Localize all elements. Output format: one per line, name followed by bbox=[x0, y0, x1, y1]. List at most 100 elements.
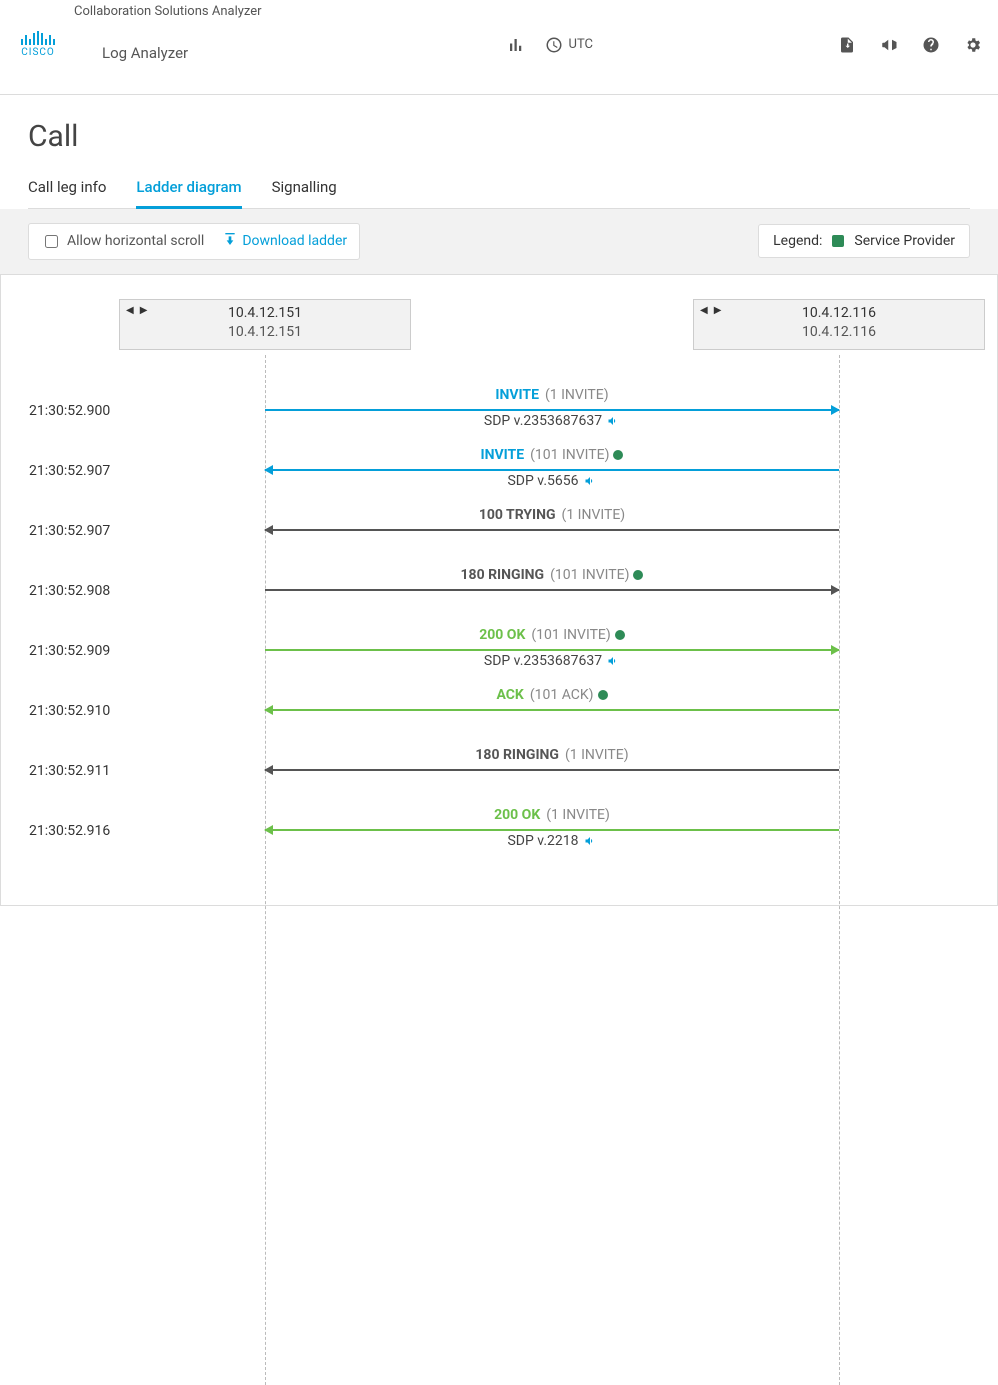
message-hint: (101 INVITE) bbox=[531, 627, 610, 643]
tab-ladder-diagram[interactable]: Ladder diagram bbox=[136, 178, 241, 209]
file-download-icon bbox=[838, 36, 856, 54]
node-a-subtitle: 10.4.12.151 bbox=[120, 323, 410, 343]
node-a-title: 10.4.12.151 bbox=[120, 304, 410, 324]
message-hint: (101 INVITE) bbox=[530, 447, 609, 463]
tab-signalling[interactable]: Signalling bbox=[272, 178, 337, 208]
message-method: 180 RINGING bbox=[461, 567, 545, 583]
message-row[interactable]: 21:30:52.907 100 TRYING (1 INVITE) bbox=[29, 505, 969, 565]
audio-icon bbox=[606, 415, 620, 427]
announcements-button[interactable] bbox=[880, 36, 898, 54]
message-label: 180 RINGING (1 INVITE) bbox=[265, 747, 839, 763]
arrow-left-icon bbox=[265, 529, 839, 531]
node-prev-icon[interactable]: ◀ bbox=[700, 304, 708, 318]
app-page-title: Log Analyzer bbox=[74, 20, 262, 86]
message-row[interactable]: 21:30:52.907 INVITE (101 INVITE) SDP v.5656 bbox=[29, 445, 969, 505]
message-row[interactable]: 21:30:52.908 180 RINGING (101 INVITE) bbox=[29, 565, 969, 625]
arrow-right-icon bbox=[265, 589, 839, 591]
settings-button[interactable] bbox=[964, 36, 982, 54]
timestamp: 21:30:52.907 bbox=[29, 445, 169, 479]
arrow-zone: 200 OK(101 INVITE)SDP v.2353687637 bbox=[265, 625, 839, 685]
message-hint: (101 ACK) bbox=[530, 687, 594, 703]
cisco-logo-text: CISCO bbox=[21, 47, 55, 58]
download-report-button[interactable] bbox=[838, 36, 856, 54]
message-method: INVITE bbox=[495, 387, 539, 403]
message-sub-label: SDP v.2353687637 bbox=[265, 413, 839, 429]
arrow-zone: 200 OK(1 INVITE)SDP v.2218 bbox=[265, 805, 839, 865]
message-label: INVITE (101 INVITE) bbox=[265, 447, 839, 463]
app-titles: Collaboration Solutions Analyzer Log Ana… bbox=[74, 4, 262, 86]
content-tabs: Call leg info Ladder diagram Signalling bbox=[28, 178, 970, 209]
arrow-zone: 180 RINGING (1 INVITE) bbox=[265, 745, 839, 805]
arrow-right-icon bbox=[265, 409, 839, 411]
page-body: Call Call leg info Ladder diagram Signal… bbox=[0, 95, 998, 930]
message-hint: (101 INVITE) bbox=[550, 567, 629, 583]
sdp-text: SDP v.5656 bbox=[507, 473, 578, 489]
sdp-text: SDP v.2353687637 bbox=[484, 653, 602, 669]
message-rows: 21:30:52.900 INVITE (1 INVITE) SDP v.235368… bbox=[29, 385, 969, 865]
timezone-button[interactable]: UTC bbox=[545, 36, 593, 54]
allow-horizontal-scroll-checkbox[interactable] bbox=[45, 235, 58, 248]
message-method: INVITE bbox=[481, 447, 525, 463]
node-b-title: 10.4.12.116 bbox=[694, 304, 984, 324]
audio-icon bbox=[583, 475, 597, 487]
message-label: ACK(101 ACK) bbox=[265, 687, 839, 703]
allow-horizontal-scroll-toggle[interactable]: Allow horizontal scroll bbox=[41, 232, 204, 251]
clock-icon bbox=[545, 36, 563, 54]
timestamp: 21:30:52.916 bbox=[29, 805, 169, 839]
ladder: ◀ ▶ 10.4.12.151 10.4.12.151 ◀ ▶ 10.4.12.… bbox=[29, 299, 969, 865]
timestamp: 21:30:52.908 bbox=[29, 565, 169, 599]
legend-swatch-icon bbox=[832, 235, 844, 247]
message-hint: (1 INVITE) bbox=[545, 387, 609, 403]
message-row[interactable]: 21:30:52.910 ACK(101 ACK) bbox=[29, 685, 969, 745]
message-label: INVITE (1 INVITE) bbox=[265, 387, 839, 403]
timezone-label: UTC bbox=[569, 37, 593, 52]
message-method: 100 TRYING bbox=[479, 507, 556, 523]
download-ladder-link[interactable]: Download ladder bbox=[222, 233, 347, 249]
arrow-left-icon bbox=[265, 769, 839, 771]
node-next-icon[interactable]: ▶ bbox=[714, 304, 722, 318]
message-method: 180 RINGING bbox=[475, 747, 559, 763]
service-provider-dot-icon bbox=[598, 690, 608, 700]
arrow-zone: 100 TRYING (1 INVITE) bbox=[265, 505, 839, 565]
message-hint: (1 INVITE) bbox=[562, 507, 626, 523]
download-icon bbox=[222, 233, 238, 249]
sdp-text: SDP v.2218 bbox=[507, 833, 578, 849]
arrow-left-icon bbox=[265, 469, 839, 471]
arrow-zone: INVITE (101 INVITE) SDP v.5656 bbox=[265, 445, 839, 505]
message-row[interactable]: 21:30:52.900 INVITE (1 INVITE) SDP v.235368… bbox=[29, 385, 969, 445]
timestamp: 21:30:52.907 bbox=[29, 505, 169, 539]
message-label: 180 RINGING (101 INVITE) bbox=[265, 567, 839, 583]
help-button[interactable] bbox=[922, 36, 940, 54]
node-a-nav: ◀ ▶ bbox=[126, 304, 147, 318]
arrow-left-icon bbox=[265, 709, 839, 711]
topbar: CISCO Collaboration Solutions Analyzer L… bbox=[0, 0, 998, 95]
gear-icon bbox=[964, 36, 982, 54]
node-next-icon[interactable]: ▶ bbox=[140, 304, 148, 318]
sdp-text: SDP v.2353687637 bbox=[484, 413, 602, 429]
node-b[interactable]: ◀ ▶ 10.4.12.116 10.4.12.116 bbox=[693, 299, 985, 350]
node-prev-icon[interactable]: ◀ bbox=[126, 304, 134, 318]
service-provider-dot-icon bbox=[615, 630, 625, 640]
message-sub-label: SDP v.2353687637 bbox=[265, 653, 839, 669]
timestamp: 21:30:52.911 bbox=[29, 745, 169, 779]
stats-button[interactable] bbox=[507, 36, 525, 54]
legend-item-label: Service Provider bbox=[854, 233, 955, 249]
node-a[interactable]: ◀ ▶ 10.4.12.151 10.4.12.151 bbox=[119, 299, 411, 350]
suite-title: Collaboration Solutions Analyzer bbox=[74, 4, 262, 20]
message-row[interactable]: 21:30:52.916 200 OK(1 INVITE)SDP v.2218 bbox=[29, 805, 969, 865]
timestamp: 21:30:52.900 bbox=[29, 385, 169, 419]
download-ladder-label: Download ladder bbox=[242, 233, 347, 249]
tab-call-leg-info[interactable]: Call leg info bbox=[28, 178, 106, 208]
question-icon bbox=[922, 36, 940, 54]
arrow-zone: INVITE (1 INVITE) SDP v.2353687637 bbox=[265, 385, 839, 445]
message-hint: (1 INVITE) bbox=[565, 747, 629, 763]
arrow-left-icon bbox=[265, 829, 839, 831]
audio-icon bbox=[583, 835, 597, 847]
message-label: 100 TRYING (1 INVITE) bbox=[265, 507, 839, 523]
megaphone-icon bbox=[880, 36, 898, 54]
message-row[interactable]: 21:30:52.909200 OK(101 INVITE)SDP v.2353… bbox=[29, 625, 969, 685]
message-row[interactable]: 21:30:52.911 180 RINGING (1 INVITE) bbox=[29, 745, 969, 805]
arrow-right-icon bbox=[265, 649, 839, 651]
cisco-logo: CISCO bbox=[16, 31, 60, 58]
timestamp: 21:30:52.910 bbox=[29, 685, 169, 719]
